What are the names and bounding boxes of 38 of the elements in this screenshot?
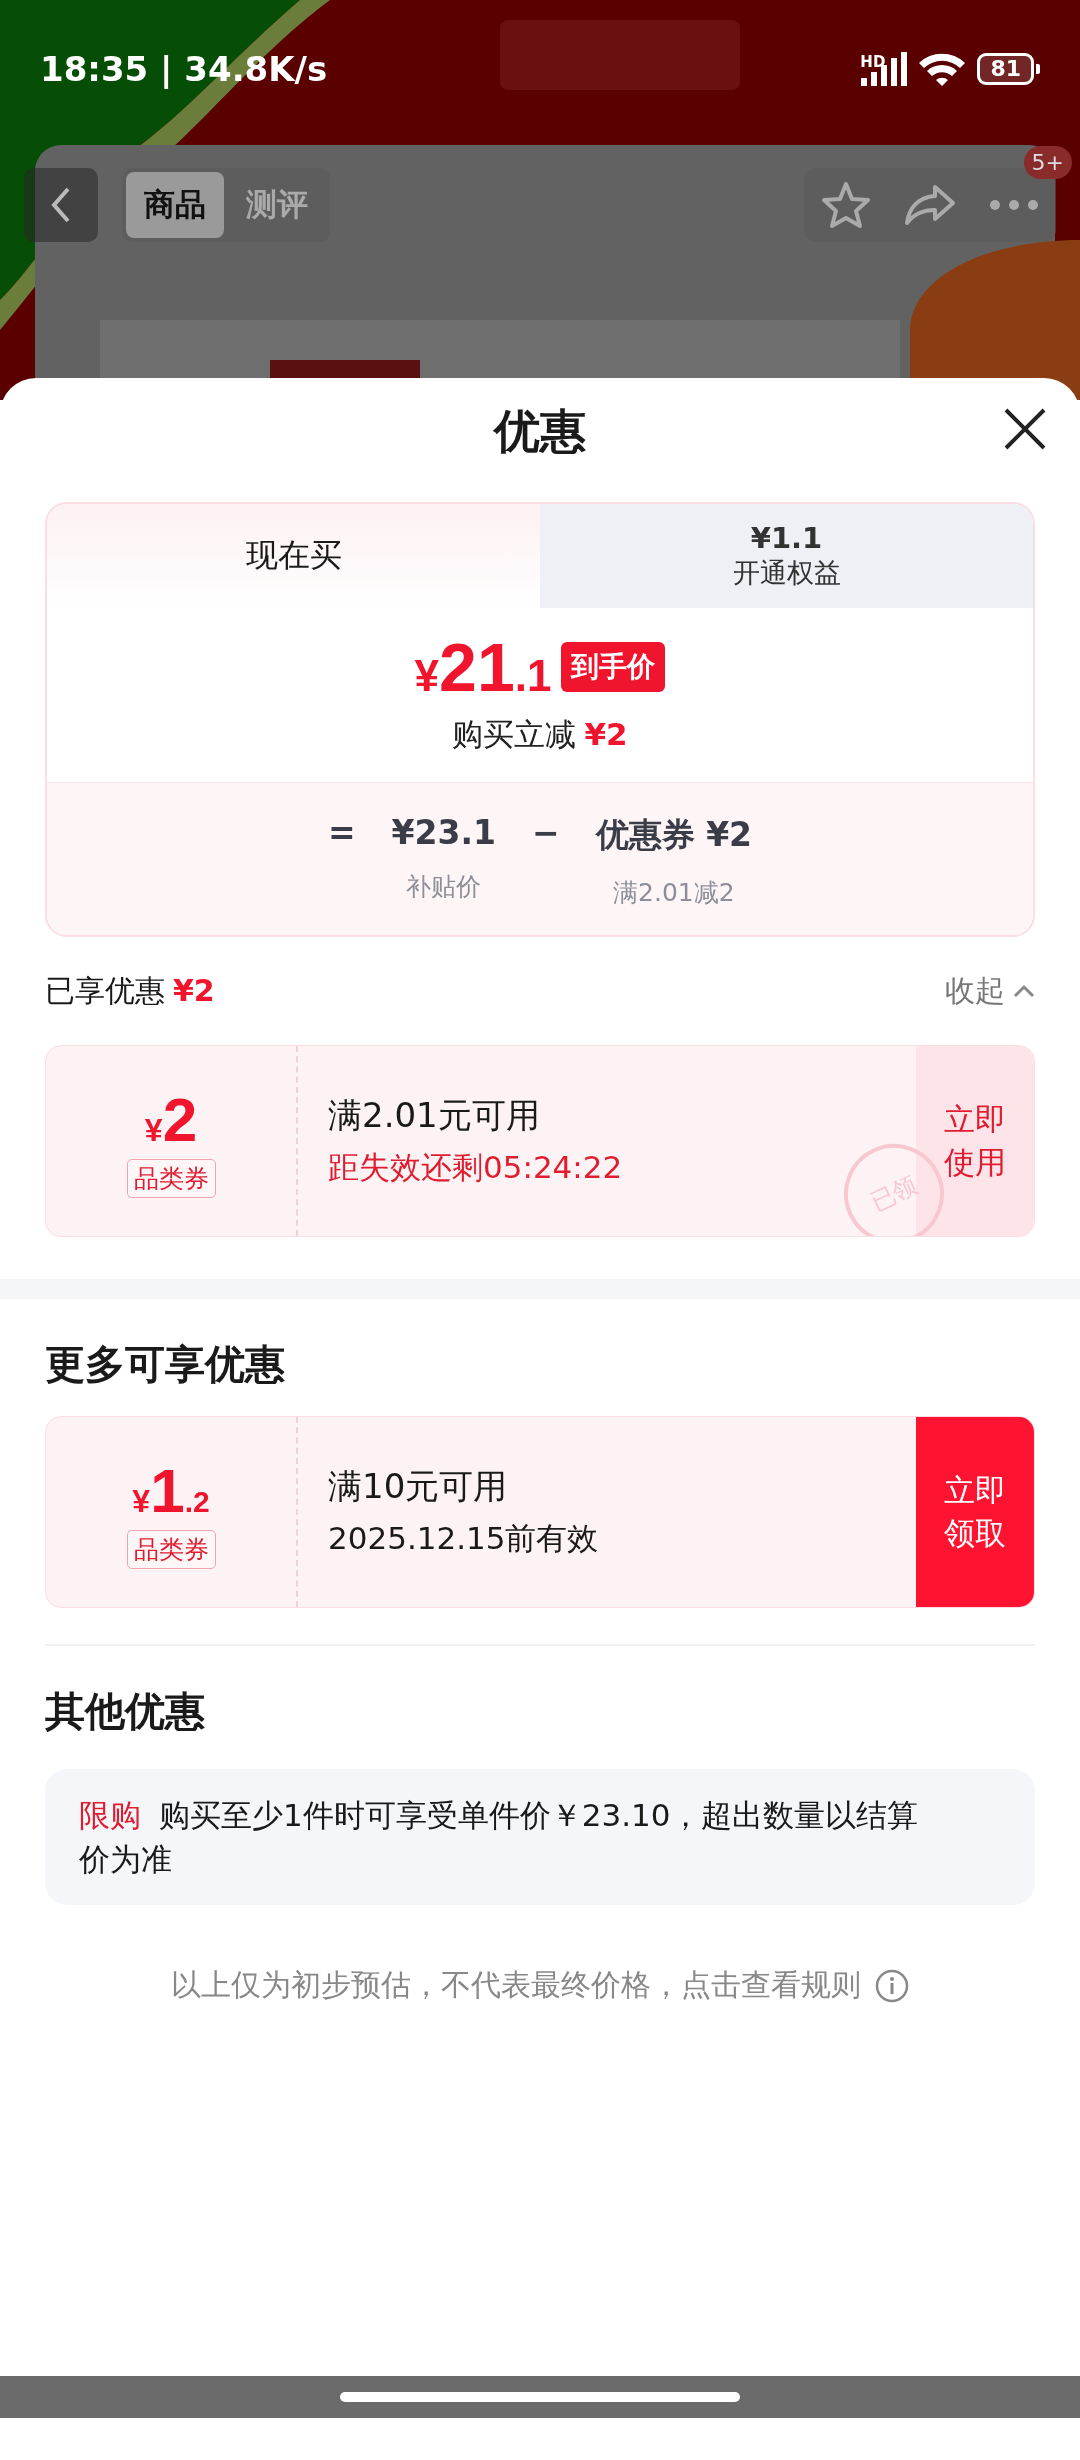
coupon-type-tag: 品类券	[126, 1159, 216, 1198]
saving-text: 购买立减 ¥2	[452, 715, 628, 754]
price-term: 优惠券 ¥2	[595, 814, 753, 856]
info-icon[interactable]	[875, 1968, 909, 2003]
coupon-condition: 满2.01元可用	[328, 1094, 541, 1137]
status-time: 18:35 | 34.8K/s	[40, 49, 328, 89]
page-tab[interactable]: 商品	[126, 172, 224, 238]
coupon-amount: ¥1.2	[132, 1455, 210, 1526]
coupon-type-tag: 品类券	[126, 1530, 216, 1569]
price-term: ¥23.1	[391, 813, 496, 852]
term-caption: 补贴价	[406, 871, 482, 903]
more-icon	[989, 199, 1039, 211]
caret-icon	[1013, 984, 1035, 998]
coupon-condition: 满10元可用	[328, 1465, 509, 1508]
price-tag: 到手价	[561, 642, 666, 692]
coupon-validity: 2025.12.15前有效	[328, 1519, 600, 1558]
star-icon	[821, 181, 871, 229]
coupon-amount: ¥2	[144, 1084, 198, 1155]
operator: =	[327, 813, 356, 852]
section-title: 其他优惠	[45, 1687, 206, 1736]
final-price: ¥21.1	[414, 628, 552, 706]
disclaimer-text: 以上仅为初步预估，不代表最终价格，点击查看规则	[171, 1966, 861, 2004]
price-tab[interactable]: ¥1.1 开通权益	[540, 504, 1033, 608]
page-tab[interactable]: 测评	[228, 172, 326, 238]
network-label: HD	[860, 53, 886, 71]
signal-icon	[861, 52, 908, 86]
wifi-icon	[917, 51, 968, 87]
enjoyed-discount: 已享优惠 ¥2	[45, 971, 215, 1010]
sheet-title: 优惠	[494, 403, 586, 460]
share-icon	[903, 183, 957, 227]
back-button[interactable]	[24, 168, 98, 242]
operator: −	[532, 813, 560, 852]
claim-button[interactable]: 立即 领取	[916, 1417, 1034, 1607]
section-title: 更多可享优惠	[45, 1340, 286, 1389]
term-caption: 满2.01减2	[613, 877, 735, 909]
use-button[interactable]: 立即 使用	[916, 1046, 1034, 1236]
collapse-toggle[interactable]: 收起	[945, 970, 1035, 1012]
purchase-limit-note: 限购 购买至少1件时可享受单件价￥23.10，超出数量以结算价为准	[45, 1769, 1035, 1905]
